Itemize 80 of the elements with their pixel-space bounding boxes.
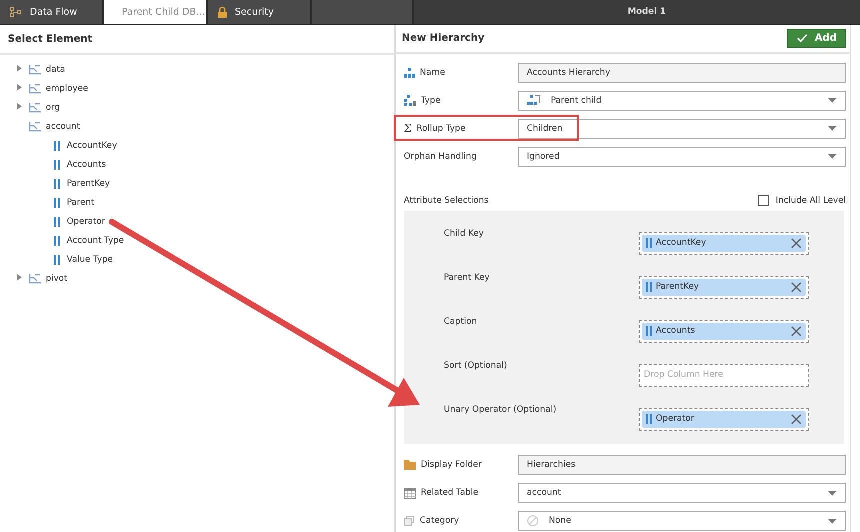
tree-item[interactable]: ParentKey [67,178,110,188]
panel-title: Select Element [8,34,93,44]
tab[interactable]: Security [208,0,312,24]
section-title: Attribute Selections [404,196,489,206]
dropdown-caret-icon[interactable] [828,490,837,496]
field-label: Rollup Type [416,124,466,134]
close-icon[interactable] [791,282,802,293]
tree-item[interactable]: pivot [46,274,68,284]
slot-label: Unary Operator (Optional) [444,404,557,415]
column-icon [54,216,60,226]
column-icon [646,414,652,424]
field-label: Related Table [421,488,479,498]
slot-label: Caption [444,316,478,327]
column-icon [54,198,60,208]
table-icon [404,488,416,498]
tree-item[interactable]: account [46,122,80,132]
tree-item[interactable]: Accounts [67,160,106,170]
dropdown[interactable]: None [518,511,846,531]
column-icon [646,282,652,292]
tree-item[interactable]: data [46,64,66,74]
hierarchy-icon [29,64,42,76]
expand-caret-icon[interactable] [17,274,22,280]
column-icon [54,140,60,150]
window-title: Model 1 [628,7,666,17]
flow-icon [10,6,22,18]
dropdown[interactable]: account [518,483,846,503]
field-label: Category [420,516,460,526]
field-label: Name [420,68,446,78]
tab[interactable]: Parent Child DB... [104,0,208,24]
column-icon [54,178,60,188]
close-icon[interactable] [791,238,802,249]
panel-title: New Hierarchy [402,32,485,44]
lock-icon [218,6,227,18]
dropdown-caret-icon[interactable] [828,98,837,104]
tree-item[interactable]: Parent [67,198,95,208]
field-label: Display Folder [421,460,482,470]
slot-label: Sort (Optional) [444,360,508,371]
hierarchy-icon [29,272,42,284]
tree-item[interactable]: Operator [67,216,106,226]
dropdown-caret-icon[interactable] [828,126,837,132]
close-icon[interactable] [791,414,802,425]
column-icon [54,236,60,246]
column-icon [646,326,652,336]
add-button[interactable]: Add [786,28,846,48]
column-icon [54,160,60,170]
text-field[interactable]: Accounts Hierarchy [518,62,846,83]
close-icon[interactable] [791,326,802,337]
hierarchy-icon [404,68,415,78]
column-icon [646,238,652,248]
tree-item[interactable]: AccountKey [67,140,118,150]
category-icon [404,516,415,526]
sigma-icon: Σ [404,123,412,134]
field-label: Orphan Handling [404,152,477,162]
slot-label: Parent Key [444,272,490,283]
expand-caret-icon[interactable] [17,84,22,90]
column-icon [54,254,60,264]
dropdown-caret-icon[interactable] [828,518,837,524]
field-label: Type [421,96,441,106]
none-icon [527,515,539,527]
tree-item[interactable]: employee [46,84,88,94]
hierarchy-icon [29,82,42,94]
tree-item[interactable]: Account Type [67,236,124,246]
hierarchy-icon [527,95,541,106]
hierarchy-icon [29,102,42,114]
slot-label: Child Key [444,228,484,239]
expand-caret-icon[interactable] [17,64,22,72]
dropdown[interactable]: Ignored [518,146,846,167]
folder-icon [404,460,416,470]
checkbox[interactable]: Include All Level [758,195,846,206]
dropdown-caret-icon[interactable] [828,154,837,160]
hierarchy-icon [404,95,416,106]
dropdown[interactable]: Children [518,118,846,139]
tree-item[interactable]: org [46,102,60,112]
text-field[interactable]: Hierarchies [518,455,846,475]
tree-item[interactable]: Value Type [67,254,114,264]
expand-caret-icon[interactable] [17,102,22,110]
check-icon [796,34,808,43]
dropdown[interactable]: Parent child [518,90,846,111]
tab[interactable]: Data Flow [0,0,104,24]
hierarchy-icon [29,120,42,132]
